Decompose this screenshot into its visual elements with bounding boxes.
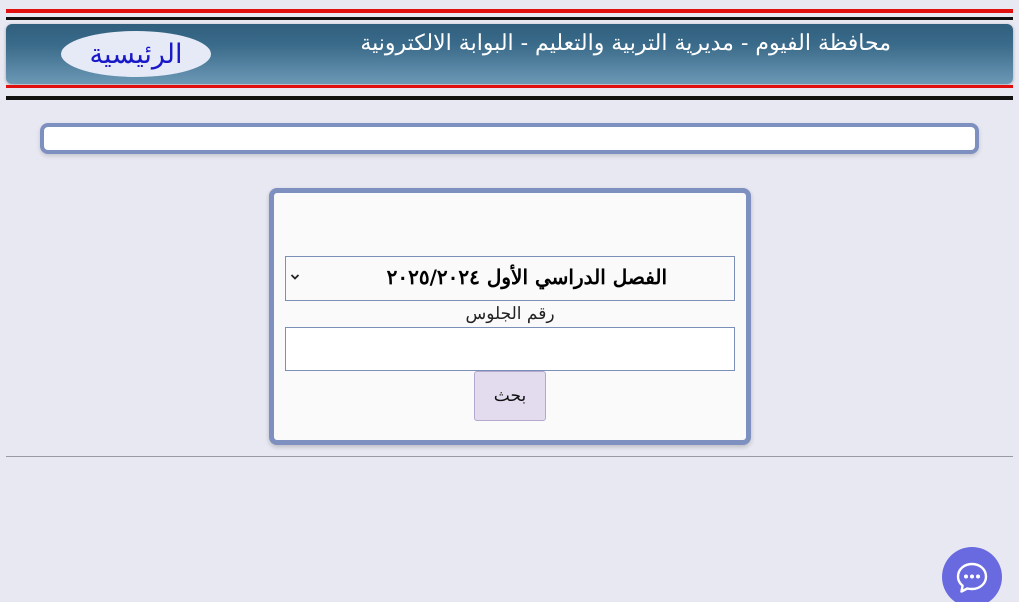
notice-panel	[40, 123, 979, 154]
term-select[interactable]: الفصل الدراسي الأول ٢٠٢٥/٢٠٢٤	[285, 256, 735, 301]
search-button[interactable]: بحث	[474, 371, 546, 421]
seat-number-label: رقم الجلوس	[465, 304, 555, 324]
page: محافظة الفيوم - مديرية التربية والتعليم …	[0, 0, 1019, 602]
chat-bubble-icon	[956, 562, 988, 593]
chevron-down-icon	[290, 274, 300, 280]
search-form-card: الفصل الدراسي الأول ٢٠٢٥/٢٠٢٤ رقم الجلوس…	[269, 188, 751, 445]
header-stripe-red-top	[6, 9, 1013, 13]
header-stripe-black-bottom	[6, 96, 1013, 100]
home-link[interactable]: الرئيسية	[61, 31, 211, 77]
header-stripe-black-top	[6, 17, 1013, 20]
page-title: محافظة الفيوم - مديرية التربية والتعليم …	[360, 31, 891, 56]
divider	[6, 456, 1013, 457]
seat-number-input[interactable]	[285, 327, 735, 371]
term-select-value: الفصل الدراسي الأول ٢٠٢٥/٢٠٢٤	[386, 265, 667, 289]
header-stripe-red-bottom	[6, 85, 1013, 88]
chat-button[interactable]	[942, 547, 1002, 602]
